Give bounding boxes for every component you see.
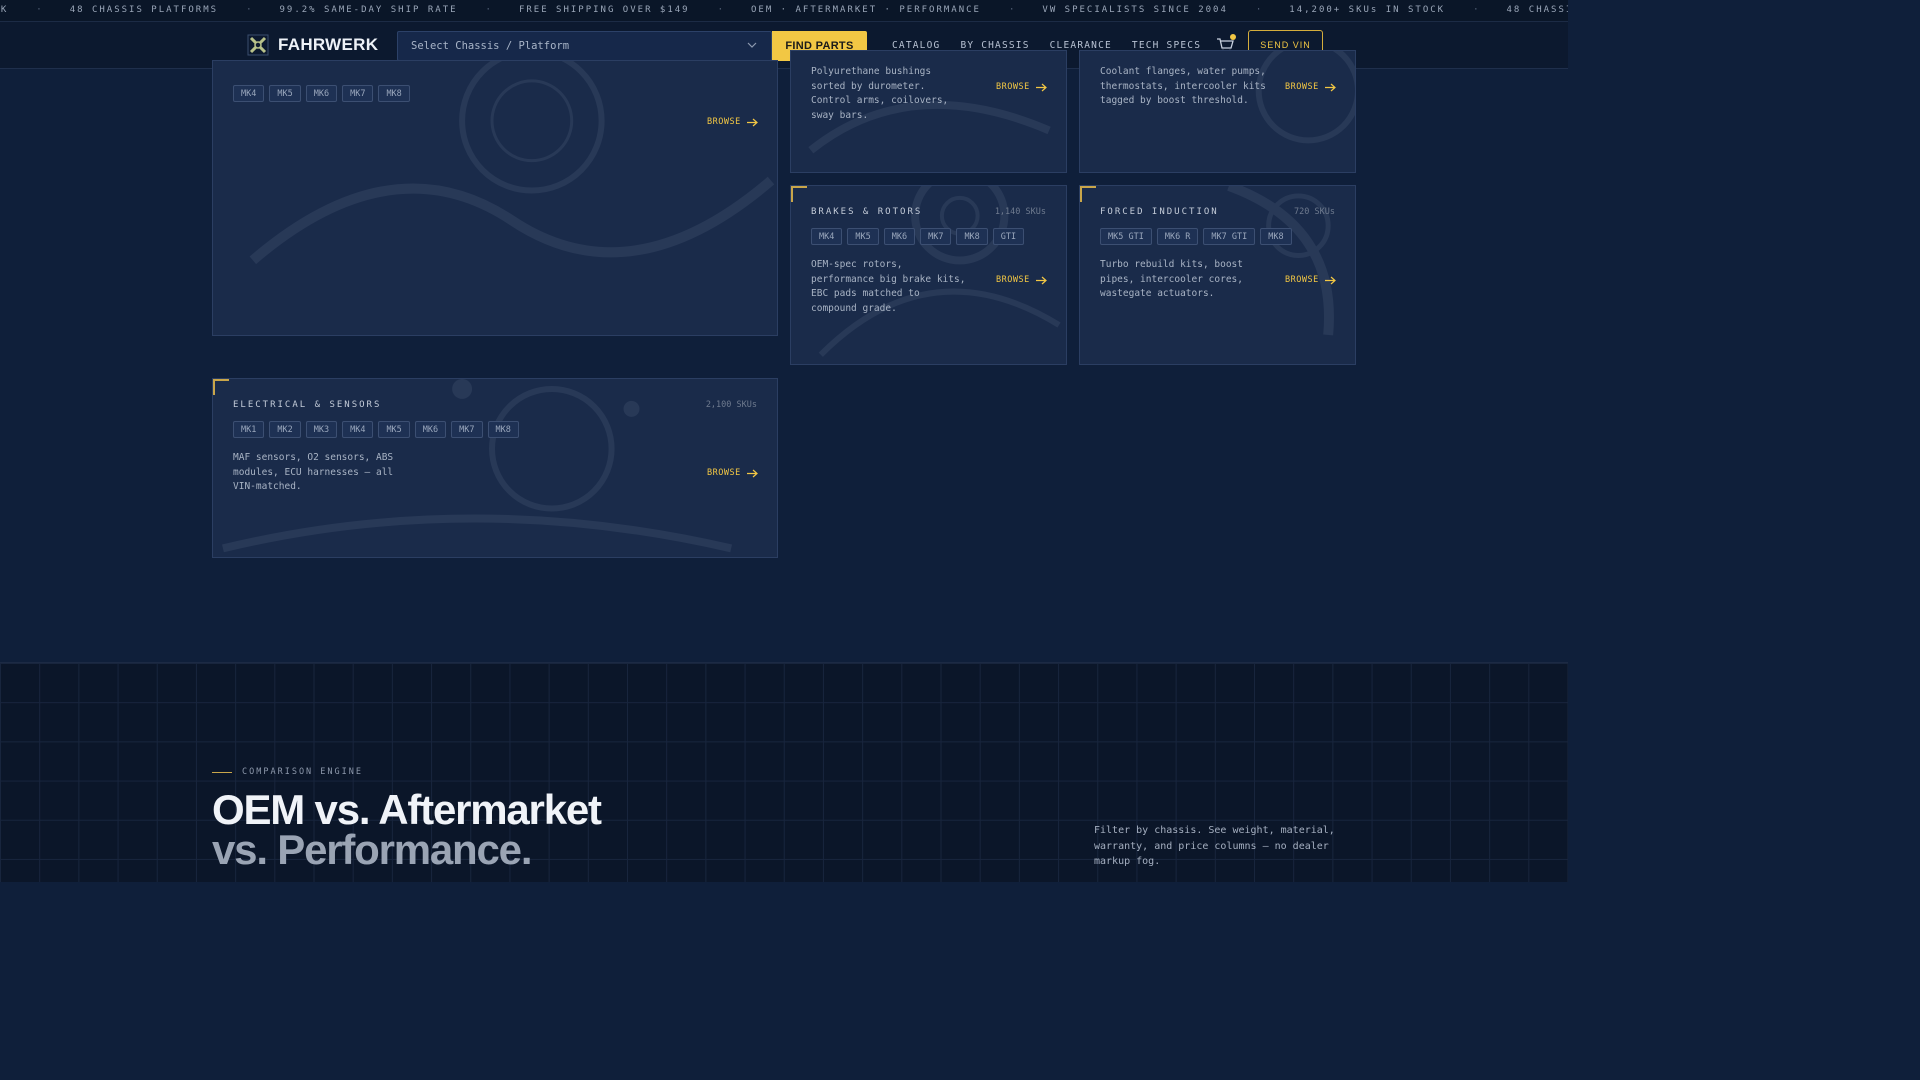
card-corner-accent: [791, 186, 807, 202]
card-description: MAF sensors, O2 sensors, ABS modules, EC…: [233, 452, 394, 492]
browse-label: BROWSE: [707, 468, 741, 478]
card-description: Turbo rebuild kits, boost pipes, interco…: [1100, 259, 1243, 299]
card-description: Coolant flanges, water pumps, thermostat…: [1100, 66, 1266, 106]
category-card-forced-induction[interactable]: FORCED INDUCTION 720 SKUs MK5 GTI MK6 R …: [1079, 185, 1356, 365]
chassis-select-placeholder: Select Chassis / Platform: [411, 40, 570, 52]
brand-logo[interactable]: FAHRWERK: [247, 34, 378, 56]
category-card-suspension[interactable]: Polyurethane bushings sorted by duromete…: [790, 50, 1067, 173]
chevron-down-icon: [747, 42, 757, 48]
arrow-right-icon: [1035, 83, 1047, 91]
card-corner-accent: [213, 379, 229, 395]
category-card-cooling[interactable]: Coolant flanges, water pumps, thermostat…: [1079, 50, 1356, 173]
chassis-tag[interactable]: MK6: [305, 85, 338, 102]
chassis-tag[interactable]: MK4: [811, 228, 843, 245]
section-description: Filter by chassis. See weight, material,…: [1094, 825, 1335, 867]
ticker-item: FREE SHIPPING OVER $149: [518, 5, 690, 15]
sku-count: 1,140 SKUs: [994, 207, 1046, 217]
browse-link[interactable]: BROWSE: [996, 275, 1047, 285]
card-description: OEM-spec rotors, performance big brake k…: [811, 259, 966, 314]
card-title: ELECTRICAL & SENSORS: [233, 400, 382, 410]
announcement-ticker: OCK · 48 CHASSIS PLATFORMS · 99.2% SAME-…: [0, 0, 1568, 22]
chassis-tag[interactable]: MK4: [342, 421, 374, 438]
ticker-item: 48 CHASSIS PLATFORMS: [1506, 5, 1568, 15]
chassis-tags: MK4 MK5 MK6 MK7 MK8 GTI: [811, 228, 1025, 245]
arrow-right-icon: [746, 118, 758, 126]
chassis-tag[interactable]: MK5 GTI: [1100, 228, 1152, 245]
chassis-tag[interactable]: MK3: [305, 421, 338, 438]
chassis-tags: MK4 MK5 MK6 MK7 MK8: [233, 85, 410, 102]
chassis-tag[interactable]: MK8: [956, 228, 988, 245]
arrow-right-icon: [1035, 276, 1047, 284]
cart-notification-dot: [1230, 34, 1236, 40]
chassis-tag[interactable]: GTI: [992, 228, 1025, 245]
browse-link[interactable]: BROWSE: [707, 117, 758, 127]
card-description: Polyurethane bushings sorted by duromete…: [811, 66, 949, 121]
chassis-tags: MK5 GTI MK6 R MK7 GTI MK8: [1100, 228, 1292, 245]
chassis-tag[interactable]: MK6: [414, 421, 447, 438]
chassis-tag[interactable]: MK5: [378, 421, 410, 438]
arrow-right-icon: [746, 469, 758, 477]
eyebrow-rule: [212, 771, 232, 773]
browse-link[interactable]: BROWSE: [1285, 82, 1336, 92]
chassis-platform-select[interactable]: Select Chassis / Platform: [397, 31, 772, 61]
chassis-tag[interactable]: MK7: [342, 85, 374, 102]
ticker-separator: ·: [1255, 5, 1262, 15]
chassis-tag[interactable]: MK5: [847, 228, 879, 245]
brand-name: FAHRWERK: [278, 35, 379, 54]
ticker-separator: ·: [36, 5, 42, 15]
headline-line-1: OEM vs. Aftermarket: [212, 786, 602, 833]
chassis-tag[interactable]: MK7 GTI: [1203, 228, 1256, 245]
ticker-track: OCK · 48 CHASSIS PLATFORMS · 99.2% SAME-…: [0, 5, 1568, 15]
chassis-tag[interactable]: MK4: [233, 85, 265, 102]
section-eyebrow: COMPARISON ENGINE: [212, 767, 363, 777]
ticker-separator: ·: [1008, 5, 1015, 15]
category-card-brakes[interactable]: BRAKES & ROTORS 1,140 SKUs MK4 MK5 MK6 M…: [790, 185, 1067, 365]
card-title: FORCED INDUCTION: [1100, 207, 1219, 217]
chassis-tag[interactable]: MK5: [269, 85, 301, 102]
arrow-right-icon: [1324, 83, 1336, 91]
browse-label: BROWSE: [996, 275, 1030, 285]
chassis-tag[interactable]: MK7: [451, 421, 483, 438]
browse-label: BROWSE: [1285, 275, 1319, 285]
chassis-tag[interactable]: MK7: [920, 228, 952, 245]
card-corner-accent: [1080, 186, 1096, 202]
ticker-item: 99.2% SAME-DAY SHIP RATE: [279, 5, 458, 15]
ticker-separator: ·: [717, 5, 723, 15]
ticker-item: VW SPECIALISTS SINCE 2004: [1042, 5, 1228, 15]
chassis-tags: MK1 MK2 MK3 MK4 MK5 MK6 MK7 MK8: [233, 421, 519, 438]
browse-label: BROWSE: [996, 82, 1030, 92]
browse-label: BROWSE: [1285, 82, 1319, 92]
arrow-right-icon: [1324, 276, 1336, 284]
browse-link[interactable]: BROWSE: [707, 468, 758, 478]
sku-count: 720 SKUs: [1294, 207, 1335, 217]
chassis-tag[interactable]: MK8: [378, 85, 410, 102]
ticker-item: OEM · AFTERMARKET · PERFORMANCE: [751, 5, 981, 15]
chassis-tag[interactable]: MK8: [1260, 228, 1292, 245]
chassis-tag[interactable]: MK6: [883, 228, 916, 245]
card-title: BRAKES & ROTORS: [811, 207, 923, 217]
headline-line-2: vs. Performance.: [212, 826, 533, 873]
ticker-item: 14,200+ SKUs IN STOCK: [1289, 5, 1446, 15]
ticker-separator: ·: [246, 5, 252, 15]
browse-link[interactable]: BROWSE: [996, 82, 1047, 92]
ticker-item: 48 CHASSIS PLATFORMS: [69, 5, 219, 15]
ticker-item: OCK: [0, 5, 9, 15]
sku-count: 2,100 SKUs: [705, 400, 757, 410]
card-background-art: [249, 61, 775, 265]
brand-mark-icon: [247, 34, 269, 56]
category-card-electrical[interactable]: ELECTRICAL & SENSORS 2,100 SKUs MK1 MK2 …: [212, 378, 778, 558]
ticker-separator: ·: [485, 5, 491, 15]
chassis-tag[interactable]: MK6 R: [1156, 228, 1199, 245]
category-card-engine[interactable]: MK4 MK5 MK6 MK7 MK8 BROWSE: [212, 60, 778, 336]
chassis-tag[interactable]: MK1: [233, 421, 265, 438]
chassis-tag[interactable]: MK8: [487, 421, 519, 438]
chassis-tag[interactable]: MK2: [269, 421, 301, 438]
browse-link[interactable]: BROWSE: [1285, 275, 1336, 285]
eyebrow-label: COMPARISON ENGINE: [242, 767, 363, 777]
browse-label: BROWSE: [707, 117, 741, 127]
ticker-separator: ·: [1473, 5, 1479, 15]
section-headline: OEM vs. Aftermarket vs. Performance.: [212, 786, 602, 873]
